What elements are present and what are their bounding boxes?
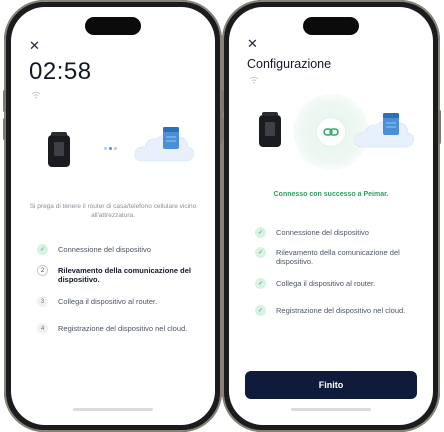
check-icon: ✓ xyxy=(255,227,266,238)
step-item: ✓ Registrazione del dispositivo nel clou… xyxy=(255,305,425,316)
step-label: Collega il dispositivo al router. xyxy=(58,297,158,306)
volume-button xyxy=(3,90,6,112)
close-icon[interactable]: ✕ xyxy=(29,39,40,52)
volume-button xyxy=(221,90,224,112)
check-icon: ✓ xyxy=(37,244,48,255)
dynamic-island xyxy=(85,17,141,35)
cloud-server-icon xyxy=(354,113,414,148)
page-title: Configurazione xyxy=(247,57,332,71)
device-icon xyxy=(259,112,281,147)
step-item: ✓ Connessione del dispositivo xyxy=(255,227,425,238)
home-indicator xyxy=(73,408,153,411)
check-icon: ✓ xyxy=(255,305,266,316)
wifi-icon xyxy=(31,91,41,99)
volume-button xyxy=(221,118,224,140)
screen-configured: ✕ Configurazione Connesso con successo a… xyxy=(229,7,433,425)
home-indicator xyxy=(291,408,371,411)
dynamic-island xyxy=(303,17,359,35)
screen-connecting: ✕ 02:58 Si prega di tenere il router di … xyxy=(11,7,215,425)
success-message: Connesso con successo a Peimar. xyxy=(273,191,389,198)
step-label: Registrazione del dispositivo nel cloud. xyxy=(58,324,188,333)
step-item: ✓ Collega il dispositivo al router. xyxy=(255,278,425,289)
phone-frame-right: ✕ Configurazione Connesso con successo a… xyxy=(221,0,441,432)
step-item: ✓ Connessione del dispositivo xyxy=(37,244,207,255)
step-label: Rilevamento della comunicazione del disp… xyxy=(276,248,400,266)
step-item: 4 Registrazione del dispositivo nel clou… xyxy=(37,323,207,334)
cloud-server-icon xyxy=(134,127,194,162)
power-button xyxy=(438,110,441,144)
proximity-hint: Si prega di tenere il router di casa/tel… xyxy=(29,203,197,219)
step-item: 2 Rilevamento della comunicazione del di… xyxy=(37,265,207,284)
wifi-icon xyxy=(249,76,259,84)
step-label: Registrazione del dispositivo nel cloud. xyxy=(276,306,406,315)
step-number-badge: 4 xyxy=(37,323,48,334)
step-item: 3 Collega il dispositivo al router. xyxy=(37,296,207,307)
phone-frame-left: ✕ 02:58 Si prega di tenere il router di … xyxy=(3,0,223,432)
check-icon: ✓ xyxy=(255,278,266,289)
finish-button[interactable]: Finito xyxy=(245,371,417,399)
device-icon xyxy=(48,132,70,167)
check-icon: ✓ xyxy=(255,247,266,258)
step-label: Connessione del dispositivo xyxy=(276,228,369,237)
step-item: ✓ Rilevamento della comunicazione del di… xyxy=(255,247,425,266)
volume-button xyxy=(3,118,6,140)
step-number-badge: 2 xyxy=(37,265,48,276)
step-number-badge: 3 xyxy=(37,296,48,307)
step-label: Collega il dispositivo al router. xyxy=(276,279,376,288)
close-icon[interactable]: ✕ xyxy=(247,37,258,50)
step-label: Connessione del dispositivo xyxy=(58,245,151,254)
link-badge xyxy=(317,118,345,146)
countdown-timer: 02:58 xyxy=(29,58,92,85)
step-label: Rilevamento della comunicazione del disp… xyxy=(58,266,191,284)
link-icon xyxy=(323,128,339,136)
